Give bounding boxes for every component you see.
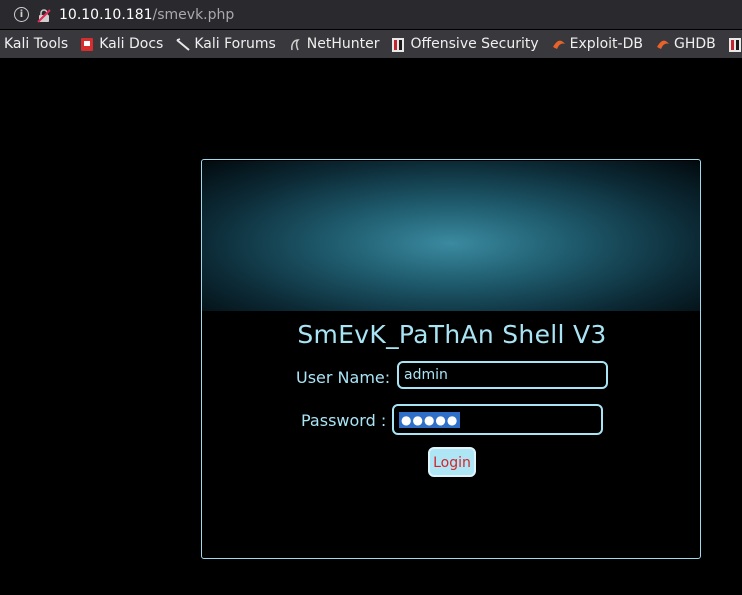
bookmark-kali-forums[interactable]: Kali Forums <box>176 36 276 52</box>
username-field[interactable]: admin <box>397 361 608 389</box>
bookmark-label: GHDB <box>673 36 716 52</box>
info-icon[interactable]: i <box>14 7 29 22</box>
password-masked-value: ●●●●● <box>399 411 461 428</box>
offsec-icon <box>728 37 741 52</box>
bookmark-truncated[interactable]: M <box>728 36 742 52</box>
insecure-lock-icon[interactable] <box>37 8 51 23</box>
kali-dragon-icon <box>176 37 190 51</box>
bookmark-nethunter[interactable]: NetHunter <box>289 36 380 52</box>
bookmark-label: Offensive Security <box>410 36 539 52</box>
password-label: Password : <box>301 411 387 430</box>
username-value: admin <box>404 367 448 383</box>
nethunter-icon <box>289 38 301 51</box>
login-button[interactable]: Login <box>428 447 476 477</box>
bookmark-label: Kali Forums <box>194 36 276 52</box>
bookmark-label: NetHunter <box>306 36 380 52</box>
exploitdb-icon <box>552 38 565 51</box>
password-field[interactable]: ●●●●● <box>392 404 603 435</box>
header-banner-image <box>202 161 700 311</box>
bookmark-label: Kali Docs <box>99 36 164 52</box>
url-path: /smevk.php <box>152 6 235 23</box>
url-bar[interactable]: i 10.10.10.181/smevk.php <box>0 0 742 29</box>
bookmark-ghdb[interactable]: GHDB <box>656 36 716 52</box>
url-text[interactable]: 10.10.10.181/smevk.php <box>59 7 234 23</box>
username-label: User Name: <box>296 368 391 387</box>
bookmark-exploit-db[interactable]: Exploit-DB <box>552 36 643 52</box>
offsec-icon <box>392 37 405 52</box>
kali-docs-icon <box>81 37 94 51</box>
bookmarks-bar: Kali Tools Kali Docs Kali Forums NetHunt… <box>0 30 742 58</box>
ghdb-icon <box>656 38 669 51</box>
page-title: SmEvK_PaThAn Shell V3 <box>297 320 607 349</box>
bookmark-label: Exploit-DB <box>569 36 643 52</box>
url-host: 10.10.10.181 <box>59 6 153 23</box>
bookmark-kali-docs[interactable]: Kali Docs <box>81 36 163 52</box>
login-panel: SmEvK_PaThAn Shell V3 User Name: admin P… <box>201 159 701 559</box>
bookmark-offensive-security[interactable]: Offensive Security <box>392 36 539 52</box>
bookmark-kali-tools[interactable]: Kali Tools <box>4 36 68 52</box>
bookmark-label: Kali Tools <box>4 36 69 52</box>
